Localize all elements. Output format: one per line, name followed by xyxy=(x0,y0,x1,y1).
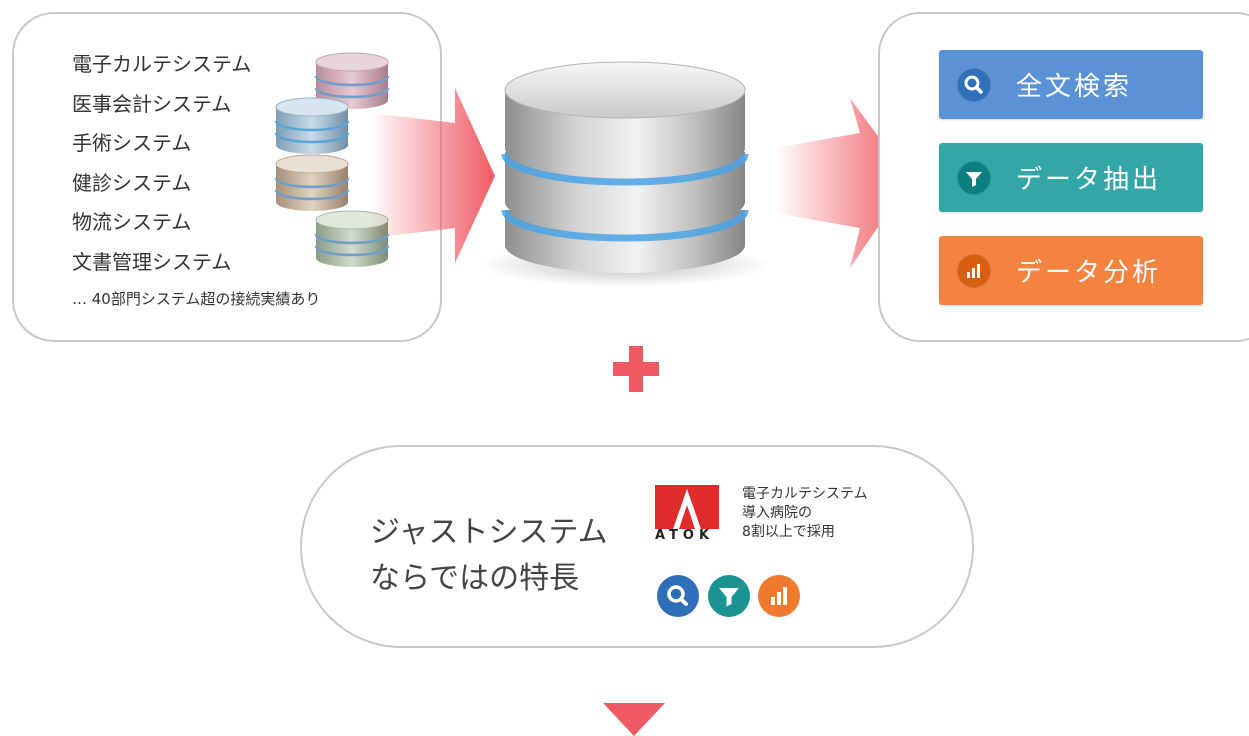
system-item-surgery: 手術システム xyxy=(72,131,192,155)
central-database-icon xyxy=(480,61,770,287)
plus-icon xyxy=(613,346,659,392)
bar-chart-icon xyxy=(957,253,991,288)
feature-label: データ分析 xyxy=(1016,258,1162,288)
atok-logo xyxy=(655,485,719,529)
caption-line: 電子カルテシステム xyxy=(742,486,868,502)
caption-line: 導入病院の xyxy=(742,505,812,521)
feature-label: データ抽出 xyxy=(1016,165,1162,195)
atok-logo-text: ATOK xyxy=(655,528,715,543)
pill-title-line: ならではの特長 xyxy=(370,561,580,596)
system-item-checkup: 健診システム xyxy=(72,171,192,195)
pill-title-line: ジャストシステム xyxy=(370,515,608,550)
search-icon xyxy=(957,67,991,102)
filter-icon xyxy=(957,160,991,195)
system-item-documents: 文書管理システム xyxy=(72,250,232,274)
arrow-down-icon xyxy=(603,703,665,736)
system-item-logistics: 物流システム xyxy=(72,210,192,234)
bar-chart-icon xyxy=(758,575,800,617)
arrow-right-icon xyxy=(370,88,495,263)
feature-full-text-search[interactable]: 全文検索 xyxy=(939,50,1203,119)
system-item-ehr: 電子カルテシステム xyxy=(72,52,252,76)
database-stack-icon xyxy=(274,97,350,154)
pill-title: ジャストシステム ならではの特長 xyxy=(370,510,608,602)
caption-line: 8割以上で採用 xyxy=(742,524,835,540)
feature-data-analysis[interactable]: データ分析 xyxy=(939,236,1203,305)
feature-data-extraction[interactable]: データ抽出 xyxy=(939,143,1203,212)
search-icon xyxy=(657,575,699,617)
system-item-accounting: 医事会計システム xyxy=(72,92,232,116)
feature-label: 全文検索 xyxy=(1016,72,1133,102)
database-stack-icon xyxy=(274,154,350,211)
connection-note: … 40部門システム超の接続実績あり xyxy=(72,290,321,308)
atok-caption: 電子カルテシステム 導入病院の 8割以上で採用 xyxy=(742,485,868,542)
filter-icon xyxy=(708,575,750,617)
